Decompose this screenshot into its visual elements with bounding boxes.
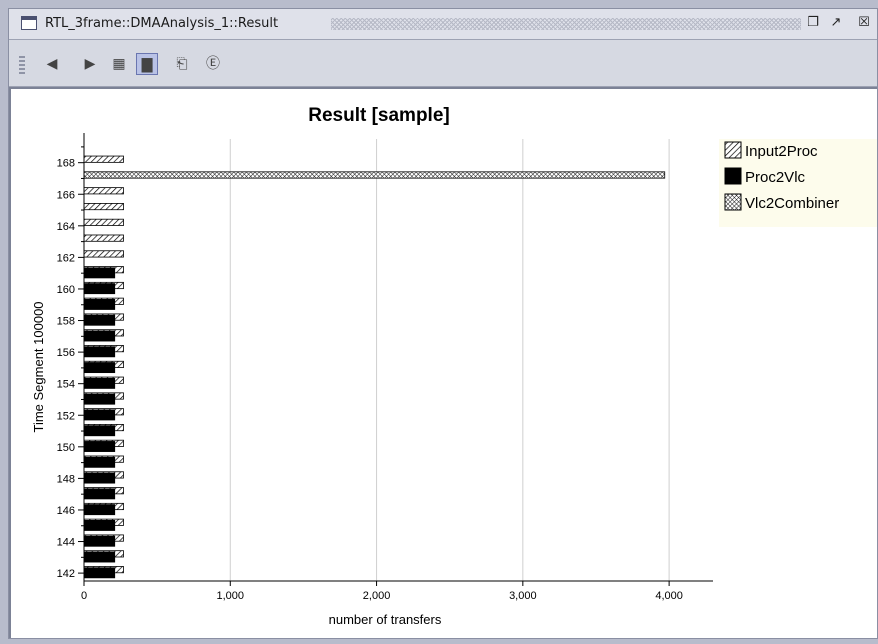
y-tick-label: 156 xyxy=(57,347,75,359)
bar-proc2vlc-150[interactable] xyxy=(83,441,116,452)
bar-input2proc-165[interactable] xyxy=(83,203,124,211)
legend-swatch-proc2vlc xyxy=(724,167,742,185)
bar-proc2vlc-161[interactable] xyxy=(83,267,116,279)
x-tick-label: 2,000 xyxy=(363,590,391,602)
bar-proc2vlc-152[interactable] xyxy=(83,409,116,421)
bars xyxy=(83,155,666,579)
forward-arrow-icon[interactable]: ▶ xyxy=(79,53,101,75)
bar-proc2vlc-147[interactable] xyxy=(83,488,116,500)
legend-swatch-vlc2combiner xyxy=(724,193,742,211)
bar-input2proc-168[interactable] xyxy=(83,155,124,163)
chart-area: Result [sample] Time Segment 100000 numb… xyxy=(9,87,877,638)
legend-label: Input2Proc xyxy=(745,143,818,160)
y-tick-label: 148 xyxy=(57,473,75,485)
bar-proc2vlc-142[interactable] xyxy=(83,567,116,579)
minimize-icon[interactable]: ❐ xyxy=(804,14,822,32)
bar-input2proc-164[interactable] xyxy=(83,218,124,226)
bar-input2proc-162[interactable] xyxy=(83,250,124,258)
bar-proc2vlc-158[interactable] xyxy=(83,314,116,326)
bar-proc2vlc-151[interactable] xyxy=(83,425,116,437)
legend-swatch-input2proc xyxy=(724,141,742,159)
bar-proc2vlc-154[interactable] xyxy=(83,377,116,389)
y-tick-label: 152 xyxy=(57,410,75,422)
title-bar[interactable]: RTL_3frame::DMAAnalysis_1::Result ❐ ↗ ☒ xyxy=(9,9,877,40)
back-arrow-icon[interactable]: ◀ xyxy=(41,53,63,75)
y-tick-label: 168 xyxy=(57,158,75,170)
chart-view-icon[interactable]: ▇ xyxy=(136,53,158,75)
bar-proc2vlc-157[interactable] xyxy=(83,330,116,342)
chart-title: Result [sample] xyxy=(308,105,449,126)
toolbar: ◀ ▶ ▦ ▇ ⎗ Ⓔ xyxy=(9,40,877,87)
y-tick-label: 160 xyxy=(57,284,75,296)
x-tick-label: 4,000 xyxy=(655,590,683,602)
bar-vlc2combiner-167[interactable] xyxy=(83,171,666,179)
title-bar-grip xyxy=(331,18,801,30)
export-icon[interactable]: ⎗ xyxy=(171,53,193,75)
bar-proc2vlc-148[interactable] xyxy=(83,472,116,484)
y-tick-label: 150 xyxy=(57,442,75,454)
y-tick-label: 166 xyxy=(57,189,75,201)
table-view-icon[interactable]: ▦ xyxy=(108,53,130,75)
bar-proc2vlc-149[interactable] xyxy=(83,456,116,468)
y-tick-label: 146 xyxy=(57,505,75,517)
axes: 142 144 146 148 150 152 154 156 158 160 162 164 166 1… xyxy=(57,133,713,602)
window-title: RTL_3frame::DMAAnalysis_1::Result xyxy=(45,16,279,31)
bar-proc2vlc-155[interactable] xyxy=(83,362,116,374)
bar-proc2vlc-160[interactable] xyxy=(83,283,116,295)
bar-proc2vlc-143[interactable] xyxy=(83,551,116,563)
maximize-icon[interactable]: ↗ xyxy=(827,14,845,32)
close-icon[interactable]: ☒ xyxy=(855,14,873,32)
bar-input2proc-163[interactable] xyxy=(83,234,124,242)
x-tick-label: 0 xyxy=(81,590,87,602)
result-window: RTL_3frame::DMAAnalysis_1::Result ❐ ↗ ☒ … xyxy=(8,8,878,639)
bar-proc2vlc-156[interactable] xyxy=(83,346,116,358)
y-axis-label: Time Segment 100000 xyxy=(31,301,46,432)
x-tick-label: 1,000 xyxy=(217,590,245,602)
bar-proc2vlc-153[interactable] xyxy=(83,393,116,405)
y-tick-label: 158 xyxy=(57,316,75,328)
y-tick-label: 142 xyxy=(57,568,75,580)
toolbar-grip[interactable] xyxy=(19,54,25,74)
bar-input2proc-166[interactable] xyxy=(83,187,124,195)
y-tick-label: 144 xyxy=(57,537,75,549)
bar-proc2vlc-144[interactable] xyxy=(83,535,116,547)
legend-label: Vlc2Combiner xyxy=(745,195,839,212)
help-icon[interactable]: Ⓔ xyxy=(202,53,224,75)
bar-proc2vlc-159[interactable] xyxy=(83,298,116,310)
legend: Input2Proc Proc2Vlc Vlc2Combiner xyxy=(719,139,877,227)
window-icon xyxy=(21,16,37,30)
bar-chart: Result [sample] Time Segment 100000 numb… xyxy=(31,105,877,627)
x-tick-label: 3,000 xyxy=(509,590,537,602)
x-axis-label: number of transfers xyxy=(329,612,442,627)
y-tick-label: 154 xyxy=(57,379,75,391)
grid-lines xyxy=(229,139,670,581)
bar-proc2vlc-146[interactable] xyxy=(83,504,116,516)
y-tick-label: 162 xyxy=(57,252,75,264)
y-tick-label: 164 xyxy=(57,221,75,233)
legend-label: Proc2Vlc xyxy=(745,169,806,186)
bar-proc2vlc-145[interactable] xyxy=(83,519,116,531)
